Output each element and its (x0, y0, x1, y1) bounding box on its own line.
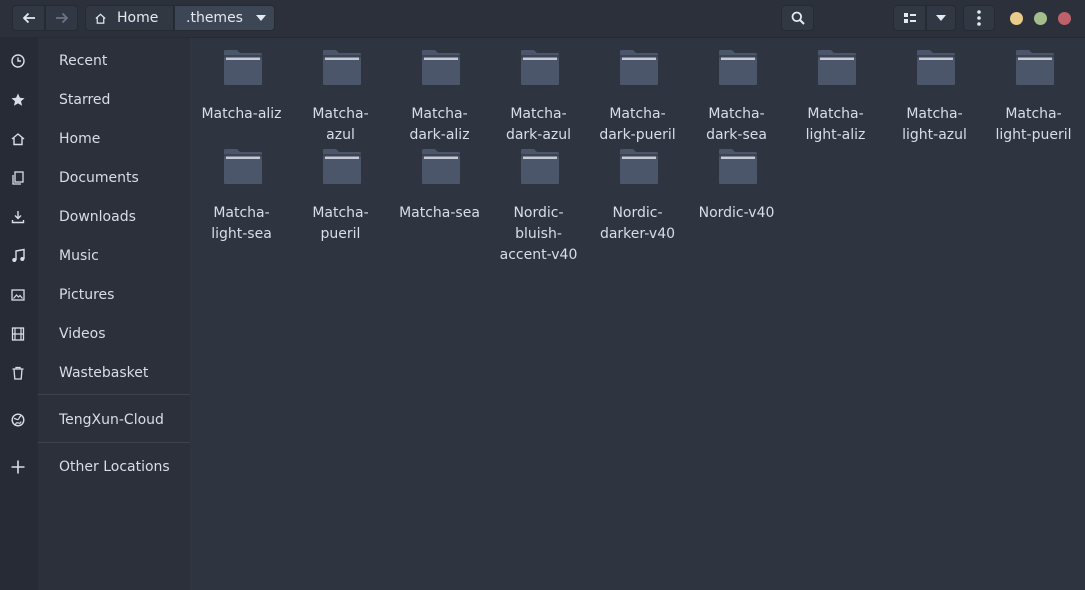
home-icon (95, 13, 106, 24)
sidebar-item-label: Music (59, 247, 99, 264)
file-name: Matcha-pueril (312, 205, 369, 242)
sidebar-item-home[interactable]: Home (0, 119, 190, 158)
folder-icon (224, 50, 262, 85)
folder-icon (224, 149, 262, 184)
sidebar-item-tengxun-cloud[interactable]: TengXun-Cloud (0, 400, 190, 439)
sidebar-item-label: Videos (59, 325, 106, 342)
minimize-button[interactable] (1010, 12, 1023, 25)
folder-icon (719, 149, 757, 184)
forward-button[interactable] (45, 5, 78, 31)
close-button[interactable] (1058, 12, 1071, 25)
file-name: Matcha-azul (312, 106, 369, 143)
folder-icon (1016, 50, 1054, 85)
sidebar: Recent Starred Home Documents Downloads … (0, 38, 190, 590)
breadcrumb-home[interactable]: Home (85, 5, 174, 31)
file-name: Matcha-light-aliz (805, 106, 866, 143)
search-icon (791, 11, 805, 25)
menu-button[interactable] (963, 5, 995, 31)
download-icon (11, 211, 25, 224)
folder-icon (917, 50, 955, 85)
sidebar-item-other-locations[interactable]: Other Locations (0, 447, 190, 486)
folder-icon (818, 50, 856, 85)
folder-icon (719, 50, 757, 85)
file-name: Matcha-light-pueril (995, 106, 1072, 143)
folder-icon (323, 149, 361, 184)
sidebar-item-label: Starred (59, 91, 111, 108)
kebab-menu-icon (977, 10, 981, 26)
star-icon (11, 93, 25, 106)
sidebar-item-label: Recent (59, 52, 108, 69)
sidebar-item-downloads[interactable]: Downloads (0, 197, 190, 236)
folder-icon (620, 50, 658, 85)
sidebar-item-videos[interactable]: Videos (0, 314, 190, 353)
maximize-button[interactable] (1034, 12, 1047, 25)
sidebar-separator (38, 394, 190, 395)
search-button[interactable] (781, 5, 814, 31)
file-name: Matcha-light-sea (211, 205, 272, 242)
music-icon (12, 248, 25, 262)
video-icon (11, 327, 25, 341)
sidebar-item-recent[interactable]: Recent (0, 41, 190, 80)
home-icon (11, 133, 25, 146)
document-icon (12, 171, 24, 185)
plus-icon (11, 460, 25, 474)
network-icon (11, 413, 25, 427)
file-name: Matcha-dark-azul (505, 106, 572, 143)
sidebar-item-label: Wastebasket (59, 364, 149, 381)
chevron-down-icon[interactable] (256, 15, 266, 21)
file-name: Matcha-aliz (201, 106, 282, 122)
view-options-button[interactable] (926, 5, 956, 31)
sidebar-item-label: Downloads (59, 208, 136, 225)
list-view-icon (903, 13, 916, 23)
folder-icon (323, 50, 361, 85)
view-toggle-button[interactable] (893, 5, 926, 31)
file-name: Matcha-dark-pueril (599, 106, 676, 143)
folder-icon (521, 50, 559, 85)
breadcrumb-home-label: Home (117, 10, 159, 26)
sidebar-item-label: Home (59, 130, 101, 147)
arrow-right-icon (55, 12, 68, 24)
breadcrumb-current[interactable]: .themes (174, 5, 275, 31)
back-button[interactable] (12, 5, 45, 31)
file-name: Matcha-dark-aliz (409, 106, 470, 143)
file-name: Matcha-light-azul (902, 106, 967, 143)
file-grid: Matcha-aliz Matcha-azul Matcha-dark-aliz Ma… (190, 38, 1085, 590)
folder-icon (620, 149, 658, 184)
file-name: Nordic-bluish-accent-v40 (499, 205, 578, 263)
sidebar-item-label: Pictures (59, 286, 115, 303)
trash-icon (12, 366, 24, 380)
sidebar-item-music[interactable]: Music (0, 236, 190, 275)
sidebar-item-label: Documents (59, 169, 139, 186)
file-name: Matcha-dark-sea (706, 106, 767, 143)
sidebar-item-pictures[interactable]: Pictures (0, 275, 190, 314)
picture-icon (11, 289, 25, 301)
clock-icon (11, 54, 25, 68)
sidebar-item-wastebasket[interactable]: Wastebasket (0, 353, 190, 392)
sidebar-item-label: Other Locations (59, 458, 170, 475)
file-name: Nordic-v40 (698, 205, 775, 221)
folder-icon (422, 50, 460, 85)
chevron-down-icon (936, 15, 946, 21)
arrow-left-icon (22, 12, 35, 24)
folder-icon (422, 149, 460, 184)
folder-icon (521, 149, 559, 184)
breadcrumb-current-label: .themes (186, 10, 243, 26)
sidebar-item-starred[interactable]: Starred (0, 80, 190, 119)
header-bar: Home .themes (0, 0, 1085, 38)
file-name: Nordic-darker-v40 (599, 205, 676, 242)
sidebar-item-documents[interactable]: Documents (0, 158, 190, 197)
file-name: Matcha-sea (399, 205, 480, 221)
sidebar-separator (38, 442, 190, 443)
sidebar-item-label: TengXun-Cloud (59, 411, 164, 428)
